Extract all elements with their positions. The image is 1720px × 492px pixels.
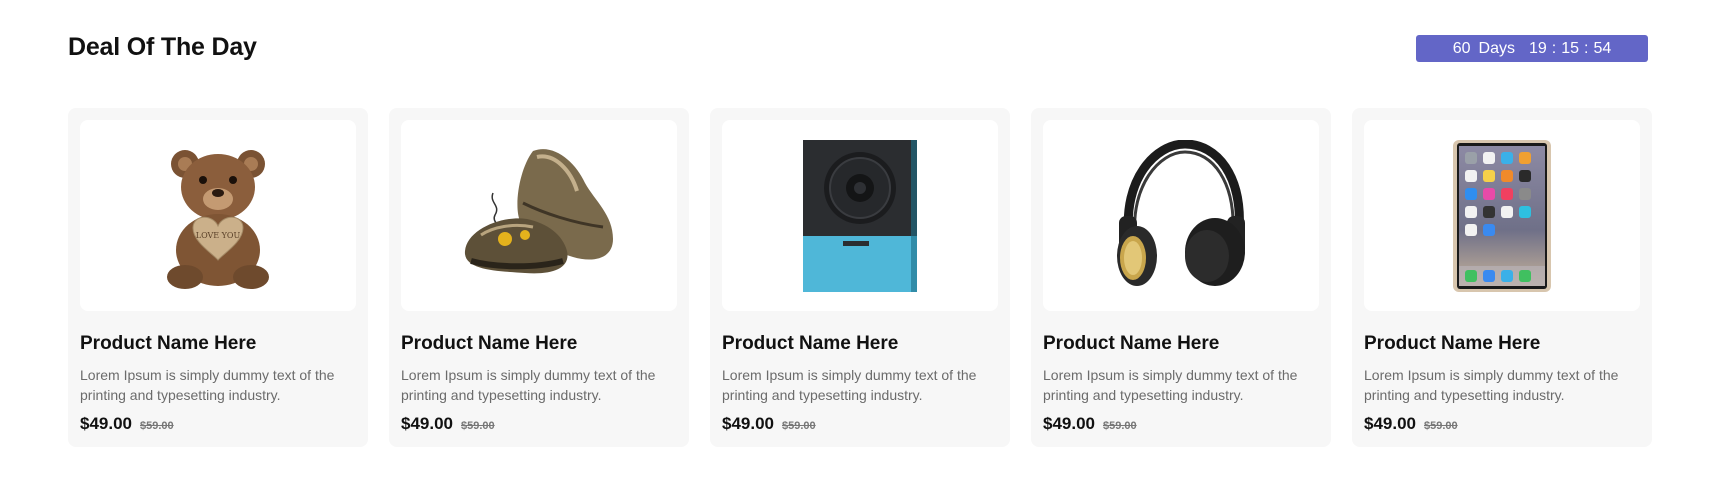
product-name[interactable]: Product Name Here bbox=[722, 333, 998, 355]
product-image-teddy-bear[interactable]: LOVE YOU bbox=[80, 120, 356, 311]
product-old-price: $59.00 bbox=[1424, 420, 1458, 432]
product-image-smartphone[interactable] bbox=[1364, 120, 1640, 311]
countdown-timer: 60 Days 19 : 15 : 54 bbox=[1416, 35, 1648, 62]
product-description: Lorem Ipsum is simply dummy text of the … bbox=[1364, 367, 1619, 403]
product-card[interactable]: Product Name Here Lorem Ipsum is simply … bbox=[710, 108, 1010, 447]
timer-hours: 19 bbox=[1528, 39, 1547, 57]
product-card[interactable]: Product Name Here Lorem Ipsum is simply … bbox=[1352, 108, 1652, 447]
product-name[interactable]: Product Name Here bbox=[1043, 333, 1319, 355]
speaker-image bbox=[803, 139, 917, 292]
product-prices: $49.00 $59.00 bbox=[722, 414, 998, 434]
product-name[interactable]: Product Name Here bbox=[1364, 333, 1640, 355]
sneakers-image bbox=[464, 148, 613, 273]
product-old-price: $59.00 bbox=[461, 420, 495, 432]
product-description: Lorem Ipsum is simply dummy text of the … bbox=[401, 367, 656, 403]
product-price: $49.00 bbox=[722, 414, 774, 433]
section-title: Deal Of The Day bbox=[68, 33, 257, 61]
product-price: $49.00 bbox=[1043, 414, 1095, 433]
timer-separator: : bbox=[1584, 39, 1589, 57]
product-description: Lorem Ipsum is simply dummy text of the … bbox=[1043, 367, 1298, 403]
product-price: $49.00 bbox=[401, 414, 453, 433]
product-card[interactable]: LOVE YOU Product Name Here Lorem Ipsum i… bbox=[68, 108, 368, 447]
product-card[interactable]: Product Name Here Lorem Ipsum is simply … bbox=[1031, 108, 1331, 447]
product-name[interactable]: Product Name Here bbox=[401, 333, 677, 355]
timer-days: 60 bbox=[1452, 39, 1471, 57]
product-prices: $49.00 $59.00 bbox=[1043, 414, 1319, 434]
headphones-image bbox=[1117, 139, 1245, 286]
product-name[interactable]: Product Name Here bbox=[80, 333, 356, 355]
product-prices: $49.00 $59.00 bbox=[80, 414, 356, 434]
product-old-price: $59.00 bbox=[1103, 420, 1137, 432]
product-description: Lorem Ipsum is simply dummy text of the … bbox=[80, 367, 335, 403]
timer-days-label: Days bbox=[1478, 39, 1515, 57]
teddy-bear-image: LOVE YOU bbox=[167, 149, 269, 289]
product-price: $49.00 bbox=[1364, 414, 1416, 433]
product-description: Lorem Ipsum is simply dummy text of the … bbox=[722, 367, 977, 403]
product-price: $49.00 bbox=[80, 414, 132, 433]
product-image-headphones[interactable] bbox=[1043, 120, 1319, 311]
product-old-price: $59.00 bbox=[782, 420, 816, 432]
product-image-sneakers[interactable] bbox=[401, 120, 677, 311]
deal-of-the-day-section: Deal Of The Day 60 Days 19 : 15 : 54 LOV… bbox=[0, 0, 1720, 492]
product-card[interactable]: Product Name Here Lorem Ipsum is simply … bbox=[389, 108, 689, 447]
timer-seconds: 54 bbox=[1593, 39, 1612, 57]
product-prices: $49.00 $59.00 bbox=[401, 414, 677, 434]
timer-minutes: 15 bbox=[1561, 39, 1580, 57]
product-old-price: $59.00 bbox=[140, 420, 174, 432]
product-list: LOVE YOU Product Name Here Lorem Ipsum i… bbox=[68, 108, 1652, 447]
smartphone-image bbox=[1453, 139, 1551, 292]
timer-separator: : bbox=[1551, 39, 1557, 57]
teddy-heart-text: LOVE YOU bbox=[196, 231, 241, 240]
product-prices: $49.00 $59.00 bbox=[1364, 414, 1640, 434]
product-image-speaker[interactable] bbox=[722, 120, 998, 311]
